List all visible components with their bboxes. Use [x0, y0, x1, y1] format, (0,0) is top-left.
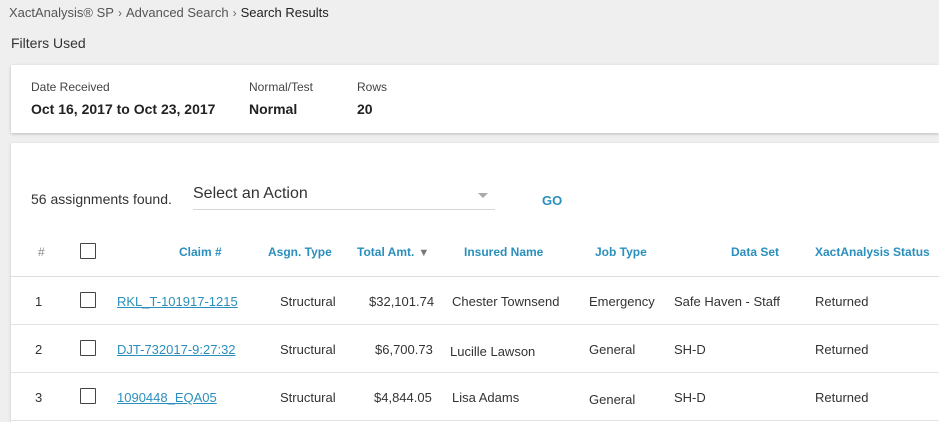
row-checkbox[interactable]	[80, 388, 96, 404]
row-number: 1	[35, 294, 43, 309]
go-button[interactable]: GO	[542, 193, 562, 208]
breadcrumb: XactAnalysis® SP › Advanced Search › Sea…	[9, 5, 329, 20]
results-card: 56 assignments found. Select an Action G…	[11, 143, 939, 422]
total-amt-cell: $32,101.74	[369, 294, 435, 309]
column-header-asgn-type[interactable]: Asgn. Type	[268, 245, 332, 259]
column-header-number: #	[38, 245, 45, 259]
column-header-status[interactable]: XactAnalysis Status	[815, 245, 930, 259]
status-cell: Returned	[815, 342, 869, 357]
action-select[interactable]: Select an Action	[193, 183, 495, 210]
asgn-type-cell: Structural	[280, 390, 336, 405]
job-type-cell: Emergency	[589, 294, 655, 309]
sort-descending-icon: ▼	[418, 247, 430, 259]
status-cell: Returned	[815, 390, 869, 405]
job-type-cell: General	[589, 342, 636, 357]
insured-name-cell: Lucille Lawson	[450, 344, 536, 359]
total-amt-cell: $4,844.05	[374, 390, 432, 405]
column-header-job-type[interactable]: Job Type	[595, 245, 647, 259]
column-header-total-amt[interactable]: Total Amt. ▼	[357, 245, 429, 259]
filter-rows: Rows 20	[357, 80, 387, 117]
asgn-type-cell: Structural	[280, 294, 336, 309]
filters-title: Filters Used	[11, 35, 86, 51]
insured-name-cell: Lisa Adams	[452, 390, 520, 405]
claim-link[interactable]: DJT-732017-9:27:32	[117, 342, 236, 357]
insured-name-cell: Chester Townsend	[452, 294, 560, 309]
chevron-right-icon: ›	[232, 5, 237, 20]
status-cell: Returned	[815, 294, 869, 309]
row-number: 3	[35, 390, 43, 405]
filters-card: Date Received Oct 16, 2017 to Oct 23, 20…	[11, 65, 939, 133]
data-set-cell: SH-D	[674, 342, 706, 357]
filter-value: Oct 16, 2017 to Oct 23, 2017	[31, 101, 216, 117]
filter-normal-test: Normal/Test Normal	[249, 80, 313, 117]
breadcrumb-item-advanced-search[interactable]: Advanced Search	[126, 5, 229, 20]
filter-value: Normal	[249, 101, 298, 117]
table-row: 3 1090448_EQA05 Structural $4,844.05 Lis…	[11, 373, 939, 421]
asgn-type-cell: Structural	[280, 342, 336, 357]
table-row: 1 RKL_T-101917-1215 Structural $32,101.7…	[11, 277, 939, 325]
filter-label: Rows	[357, 80, 388, 94]
filter-value: 20	[357, 101, 373, 117]
column-header-data-set[interactable]: Data Set	[731, 245, 779, 259]
claim-link[interactable]: RKL_T-101917-1215	[117, 294, 238, 309]
breadcrumb-item-current: Search Results	[240, 5, 329, 20]
column-header-claim[interactable]: Claim #	[179, 245, 222, 259]
total-amt-cell: $6,700.73	[375, 342, 433, 357]
data-set-cell: SH-D	[674, 390, 706, 405]
select-all-checkbox[interactable]	[80, 243, 96, 259]
filter-label: Date Received	[31, 80, 110, 94]
column-header-insured-name[interactable]: Insured Name	[464, 245, 543, 259]
table-row: 2 DJT-732017-9:27:32 Structural $6,700.7…	[11, 325, 939, 373]
chevron-right-icon: ›	[117, 5, 122, 20]
results-count: 56 assignments found.	[31, 191, 172, 207]
filter-label: Normal/Test	[249, 80, 314, 94]
action-select-value: Select an Action	[193, 185, 308, 202]
column-header-label: Total Amt.	[357, 245, 415, 259]
data-set-cell: Safe Haven - Staff	[674, 294, 780, 309]
claim-link[interactable]: 1090448_EQA05	[117, 390, 217, 405]
filter-date-received: Date Received Oct 16, 2017 to Oct 23, 20…	[31, 80, 215, 117]
job-type-cell: General	[589, 392, 636, 407]
row-number: 2	[35, 342, 43, 357]
caret-down-icon	[478, 193, 488, 198]
breadcrumb-item-app[interactable]: XactAnalysis® SP	[9, 5, 114, 20]
row-checkbox[interactable]	[80, 292, 96, 308]
row-checkbox[interactable]	[80, 340, 96, 356]
